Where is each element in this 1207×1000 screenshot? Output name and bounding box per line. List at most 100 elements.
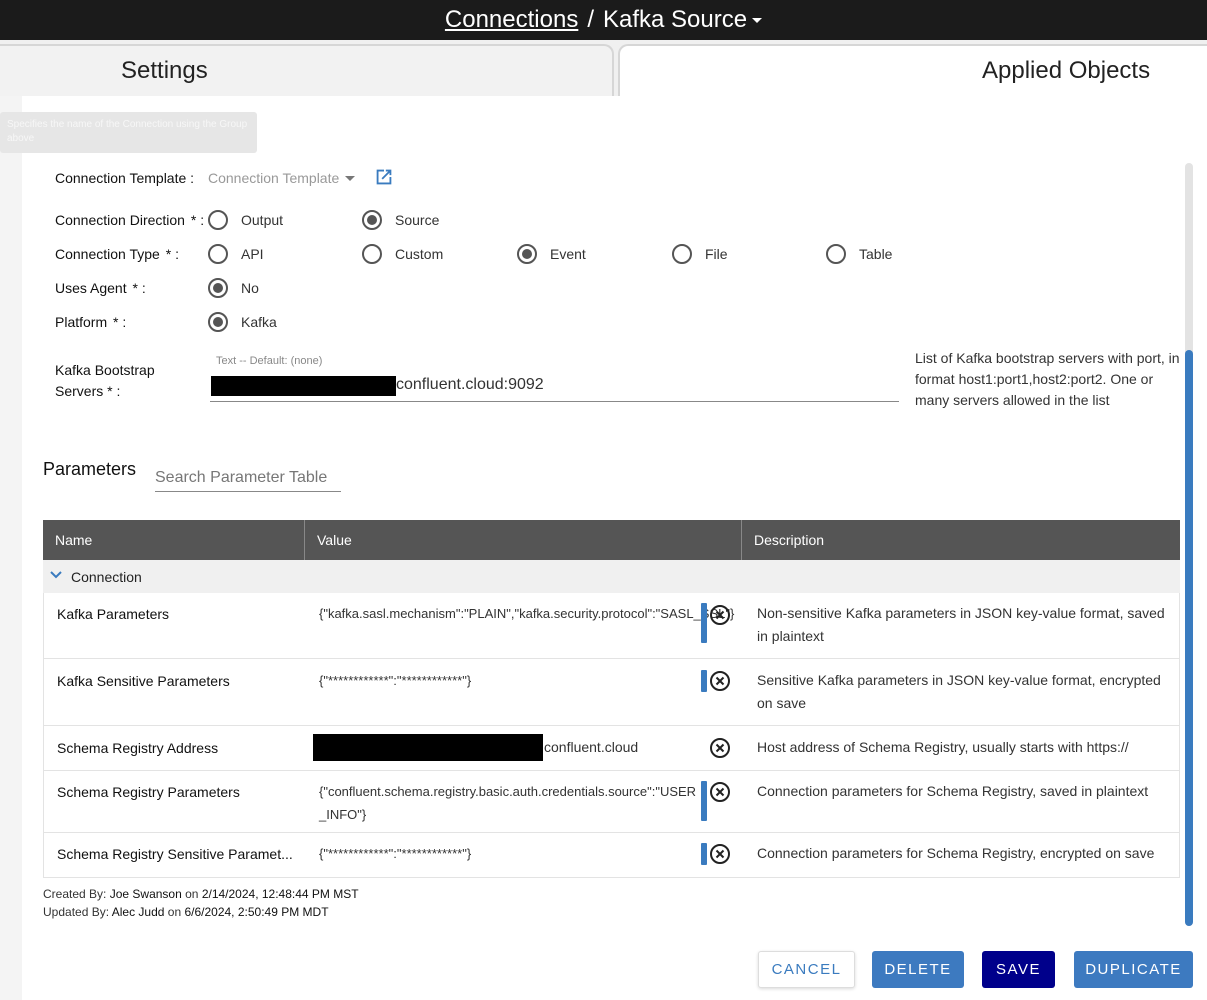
param-description: Host address of Schema Registry, usually… [757, 739, 1129, 755]
bootstrap-description: List of Kafka bootstrap servers with por… [915, 350, 1180, 408]
radio-circle-selected [208, 312, 228, 332]
caret-down-icon [752, 18, 763, 24]
updated-timestamp: 6/6/2024, 2:50:49 PM MDT [184, 905, 329, 919]
connection-template-label: Connection Template : [55, 170, 195, 186]
cancel-button[interactable]: CANCEL [758, 951, 855, 988]
scrollbar[interactable] [1185, 163, 1193, 926]
tab-settings[interactable]: Settings [0, 44, 614, 96]
param-description: Non-sensitive Kafka parameters in JSON k… [757, 605, 1165, 644]
tab-bar: Settings Applied Objects [0, 40, 1207, 96]
platform-radio-kafka[interactable]: Kafka [208, 312, 277, 332]
param-description: Sensitive Kafka parameters in JSON key-v… [757, 672, 1161, 711]
radio-label: Custom [395, 246, 444, 262]
radio-label: No [241, 280, 259, 296]
connection-name: Kafka Source [603, 6, 748, 33]
updated-by-user: Alec Judd [111, 905, 165, 919]
radio-label: Table [859, 246, 893, 262]
table-row[interactable]: Kafka Parameters {"kafka.sasl.mechanism"… [43, 593, 1180, 659]
radio-label: Event [550, 246, 586, 262]
param-value[interactable]: {"************":"************"} [319, 669, 701, 692]
table-row[interactable]: Schema Registry Parameters {"confluent.s… [43, 771, 1180, 833]
param-value[interactable]: {"************":"************"} [319, 842, 701, 865]
param-name: Kafka Sensitive Parameters [57, 673, 230, 689]
created-by-user: Joe Swanson [109, 887, 182, 901]
uses-agent-text: Uses Agent [55, 280, 127, 296]
required-mark: * [132, 280, 138, 296]
redacted-block [313, 734, 543, 761]
column-header-value[interactable]: Value [305, 520, 742, 560]
radio-circle [208, 244, 228, 264]
direction-radio-source[interactable]: Source [362, 210, 439, 230]
radio-circle [208, 210, 228, 230]
param-value[interactable]: {"kafka.sasl.mechanism":"PLAIN","kafka.s… [319, 602, 734, 625]
column-header-description[interactable]: Description [742, 520, 1180, 560]
on-word: on [167, 905, 182, 919]
radio-label: File [705, 246, 728, 262]
group-label: Connection [71, 569, 142, 585]
created-by-info: Created By: Joe Swanson on 2/14/2024, 12… [43, 887, 359, 901]
breadcrumb-separator: / [587, 6, 594, 33]
param-name: Schema Registry Sensitive Paramet... [57, 846, 293, 862]
clear-icon[interactable] [709, 781, 731, 803]
clear-icon[interactable] [709, 604, 731, 626]
radio-circle-selected [517, 244, 537, 264]
connection-type-text: Connection Type [55, 246, 160, 262]
column-header-name[interactable]: Name [43, 520, 305, 560]
scrollbar-thumb[interactable] [1185, 350, 1193, 926]
group-row-connection[interactable]: Connection [43, 560, 1180, 593]
radio-label: Kafka [241, 314, 277, 330]
type-radio-table[interactable]: Table [826, 244, 892, 264]
type-radio-api[interactable]: API [208, 244, 264, 264]
radio-label: API [241, 246, 264, 262]
clear-icon[interactable] [709, 737, 731, 759]
connection-template-select[interactable]: Connection Template [208, 170, 356, 186]
radio-circle [826, 244, 846, 264]
radio-label: Source [395, 212, 440, 228]
connection-direction-text: Connection Direction [55, 212, 185, 228]
tab-applied-objects[interactable]: Applied Objects [618, 44, 1207, 96]
chevron-down-icon [50, 571, 62, 579]
table-row[interactable]: Schema Registry Address confluent.cloud … [43, 726, 1180, 771]
label-colon: : [141, 280, 146, 296]
platform-text: Platform [55, 314, 108, 330]
bootstrap-label-text: Servers [55, 383, 104, 399]
updated-prefix: Updated By: [43, 905, 110, 919]
scroll-indicator [701, 843, 707, 865]
label-colon: : [122, 314, 127, 330]
param-name: Kafka Parameters [57, 606, 170, 622]
param-name: Schema Registry Address [57, 740, 219, 756]
parameters-title: Parameters [43, 459, 137, 479]
bootstrap-servers-input[interactable]: confluent.cloud:9092 [396, 376, 544, 394]
updated-by-info: Updated By: Alec Judd on 6/6/2024, 2:50:… [43, 905, 329, 919]
agent-radio-no[interactable]: No [208, 278, 259, 298]
label-colon: : [116, 383, 121, 399]
redacted-block [211, 376, 396, 396]
external-link-icon[interactable] [373, 166, 395, 188]
param-value[interactable]: {"confluent.schema.registry.basic.auth.c… [319, 780, 701, 826]
clear-icon[interactable] [709, 843, 731, 865]
table-row[interactable]: Schema Registry Sensitive Paramet... {"*… [43, 833, 1180, 878]
required-mark: * [165, 246, 172, 262]
connection-type-label: Connection Type * : [55, 246, 179, 262]
breadcrumb-connections-link[interactable]: Connections [445, 6, 578, 34]
platform-label: Platform * : [55, 314, 126, 330]
param-description: Connection parameters for Schema Registr… [757, 845, 1155, 861]
save-button[interactable]: SAVE [982, 951, 1055, 988]
table-row[interactable]: Kafka Sensitive Parameters {"***********… [43, 659, 1180, 726]
type-radio-file[interactable]: File [672, 244, 728, 264]
bootstrap-label-line2: Servers * : [55, 381, 155, 402]
required-mark: * [107, 383, 113, 399]
tab-settings-label: Settings [121, 57, 208, 84]
clear-icon[interactable] [709, 670, 731, 692]
duplicate-button[interactable]: DUPLICATE [1074, 951, 1193, 988]
top-bar: Connections / Kafka Source [0, 0, 1207, 40]
radio-circle-selected [362, 210, 382, 230]
parameter-search-input[interactable] [155, 465, 341, 492]
direction-radio-output[interactable]: Output [208, 210, 283, 230]
type-radio-event[interactable]: Event [517, 244, 586, 264]
connection-name-dropdown[interactable]: Kafka Source [603, 6, 763, 34]
param-value[interactable]: confluent.cloud [544, 736, 694, 759]
delete-button[interactable]: DELETE [872, 951, 964, 988]
radio-label: Output [241, 212, 284, 228]
type-radio-custom[interactable]: Custom [362, 244, 443, 264]
